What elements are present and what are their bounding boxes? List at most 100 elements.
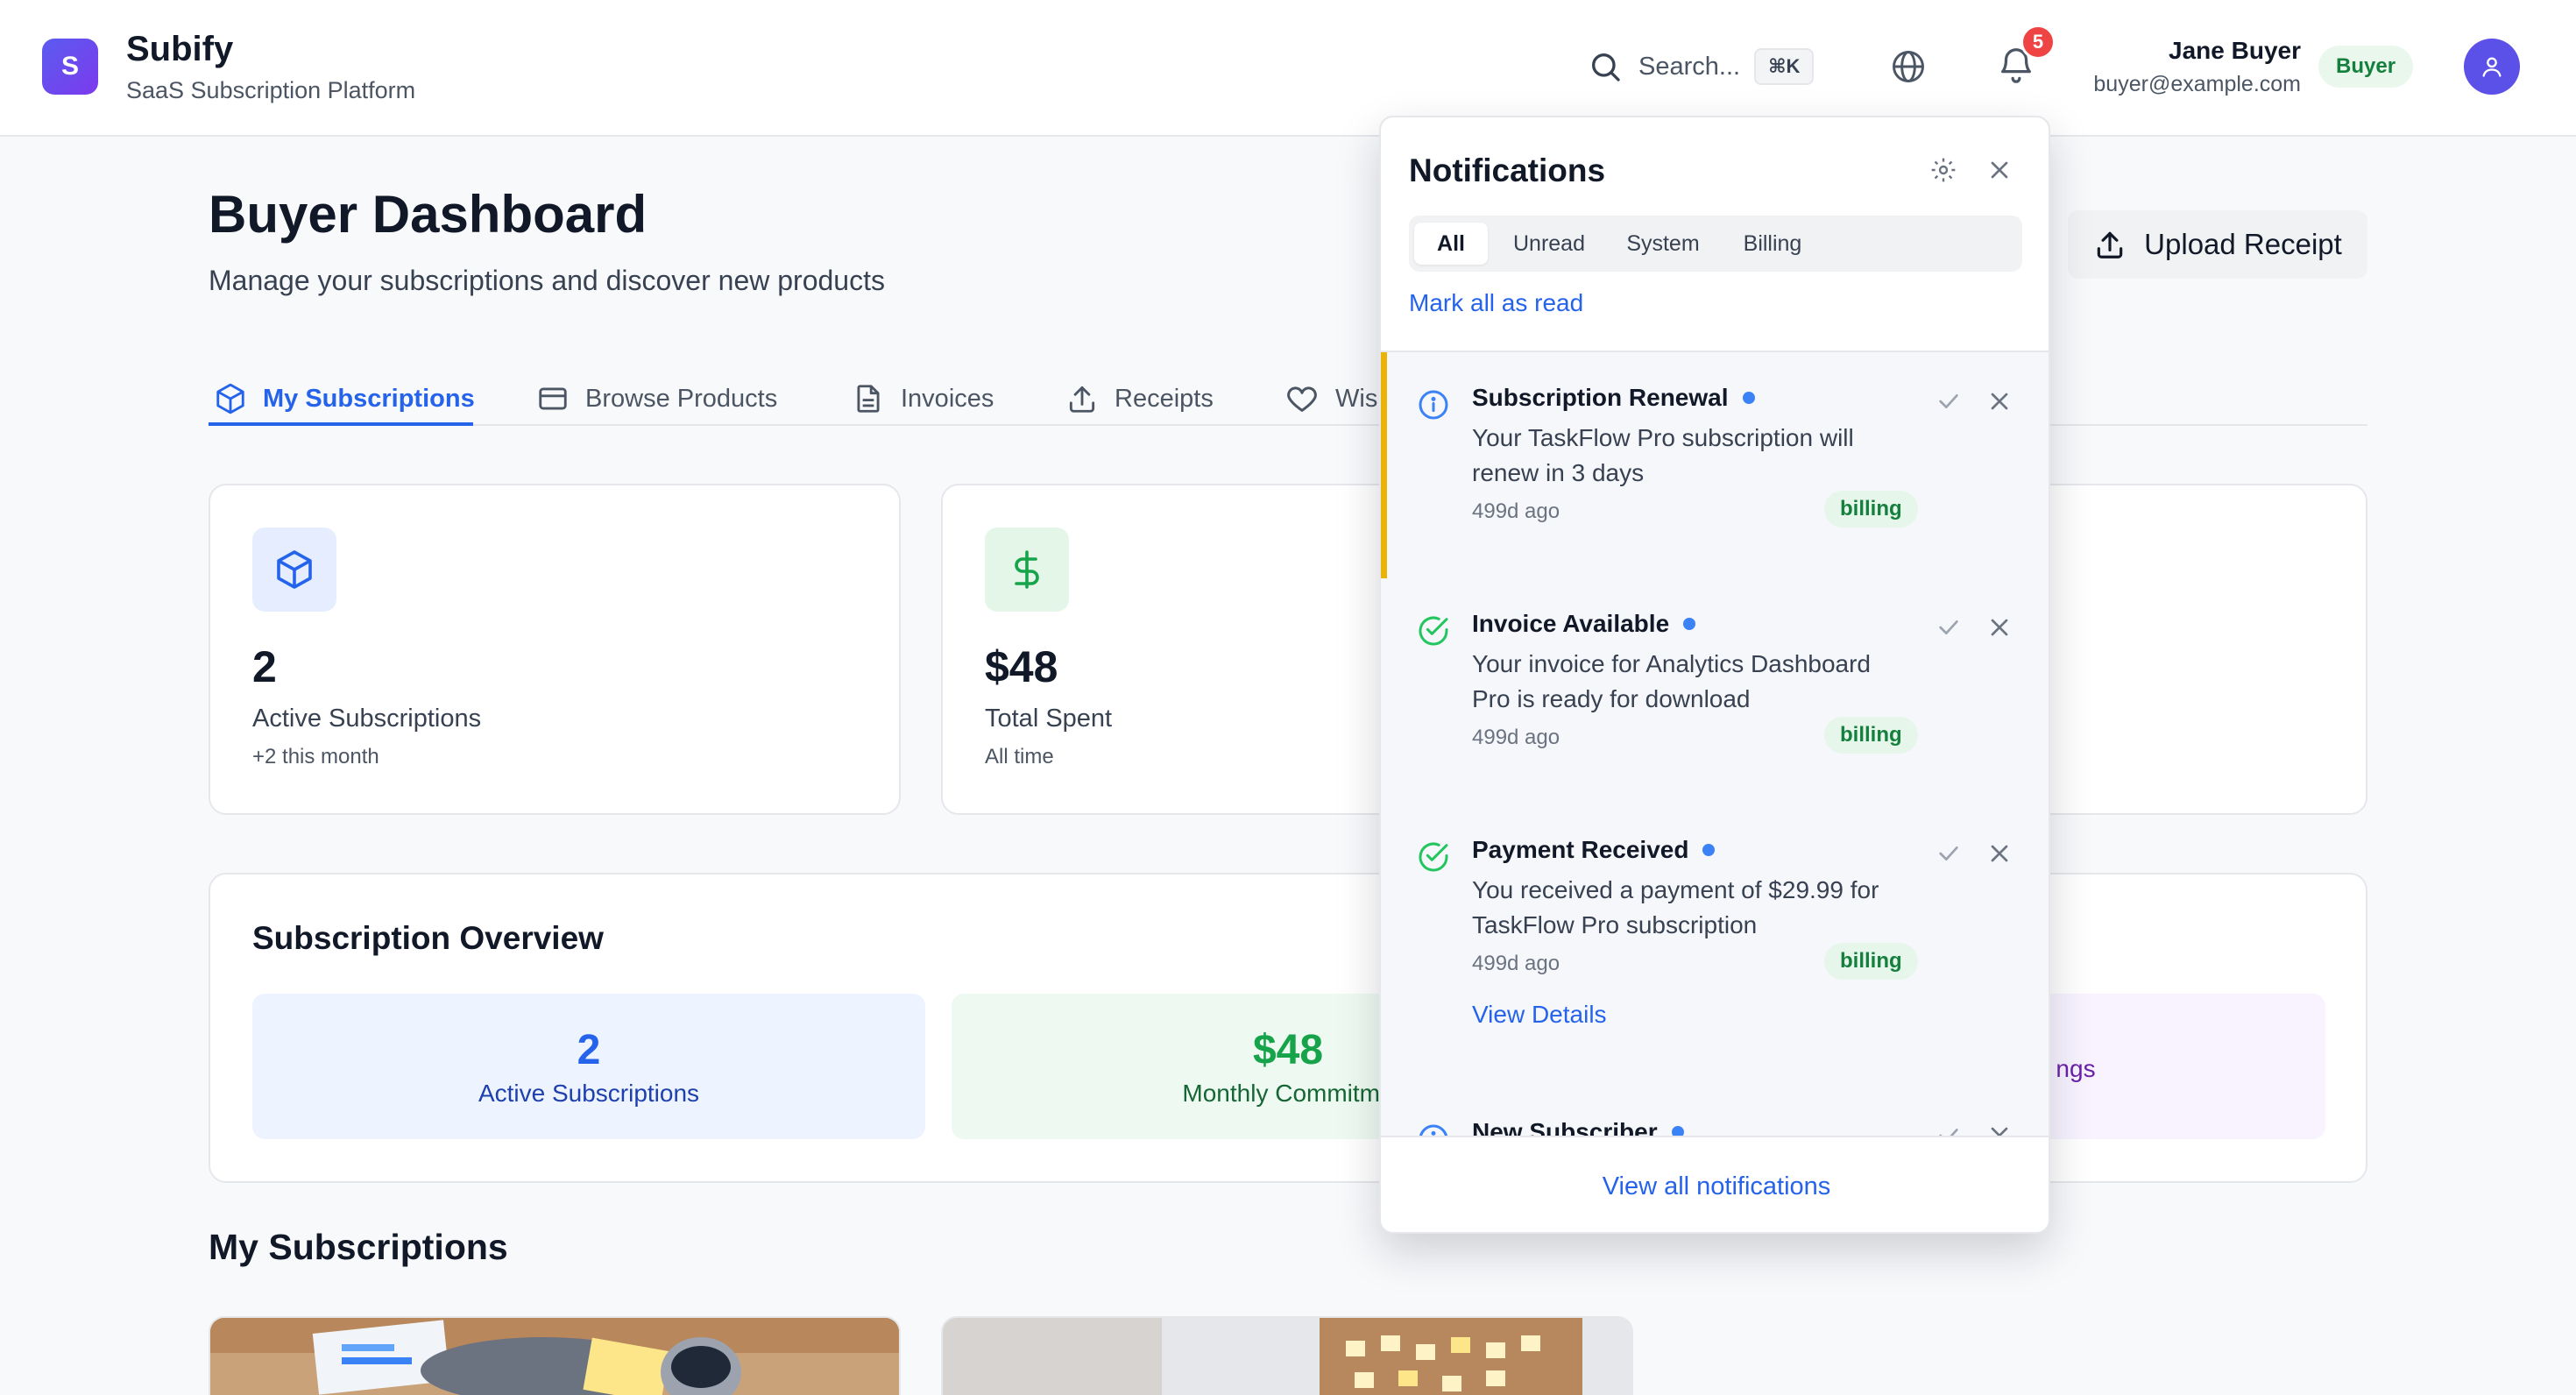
tab-label: Browse Products — [585, 384, 778, 413]
subscription-card-image[interactable] — [209, 1316, 901, 1395]
page-subtitle: Manage your subscriptions and discover n… — [209, 265, 885, 296]
overview-value: 2 — [577, 1026, 601, 1073]
tab-label: Receipts — [1115, 384, 1214, 413]
tab-my-subscriptions[interactable]: My Subscriptions — [214, 372, 475, 426]
dismiss-close-icon[interactable] — [1985, 613, 2013, 641]
globe-icon[interactable] — [1889, 47, 1928, 86]
subscription-card-image[interactable] — [941, 1316, 1633, 1395]
notification-list[interactable]: Subscription Renewal Your TaskFlow Pro s… — [1381, 351, 2049, 1136]
info-icon — [1416, 1122, 1451, 1136]
overview-tile-active: 2 Active Subscriptions — [252, 994, 925, 1139]
notification-item[interactable]: New Subscriber — [1381, 1087, 2049, 1136]
overview-label: Monthly Commitme — [1182, 1079, 1394, 1107]
notification-item[interactable]: Payment Received You received a payment … — [1381, 804, 2049, 1087]
upload-receipt-button[interactable]: Upload Receipt — [2068, 210, 2367, 279]
check-circle-icon — [1416, 839, 1451, 875]
view-details-link[interactable]: View Details — [1472, 1001, 1607, 1029]
info-icon — [1416, 387, 1451, 422]
mark-all-read-link[interactable]: Mark all as read — [1409, 289, 1583, 317]
filter-tab-billing[interactable]: Billing — [1724, 223, 1821, 265]
tab-wishlist[interactable]: Wis — [1284, 372, 1377, 426]
unread-dot — [1683, 618, 1696, 630]
tab-browse-products[interactable]: Browse Products — [536, 372, 777, 426]
overview-title: Subscription Overview — [252, 920, 604, 956]
check-circle-icon — [1416, 613, 1451, 648]
stat-value: 2 — [252, 642, 277, 691]
filter-tab-unread[interactable]: Unread — [1497, 223, 1602, 265]
filter-tab-system[interactable]: System — [1610, 223, 1716, 265]
upload-receipt-label: Upload Receipt — [2144, 228, 2342, 260]
top-header: S Subify SaaS Subscription Platform Sear… — [0, 0, 2576, 137]
notifications-title: Notifications — [1409, 152, 1606, 188]
notification-body: Your TaskFlow Pro subscription will rene… — [1472, 424, 1854, 486]
heart-icon — [1284, 381, 1335, 416]
app-name: Subify — [126, 30, 234, 68]
stat-value: $48 — [985, 642, 1058, 691]
notification-title-text: Payment Received — [1472, 836, 1689, 863]
search-placeholder: Search... — [1638, 52, 1741, 81]
priority-bar — [1381, 352, 1387, 578]
dismiss-close-icon[interactable] — [1985, 1122, 2013, 1136]
search-trigger[interactable]: Search... ⌘K — [1588, 42, 1815, 91]
credit-card-icon — [536, 382, 585, 415]
unread-dot — [1702, 844, 1716, 856]
notification-tag: billing — [1824, 491, 1918, 528]
tab-label: Wis — [1335, 384, 1378, 413]
notification-tag: billing — [1824, 943, 1918, 980]
notification-filter-tabs: All Unread System Billing — [1409, 216, 2022, 272]
notification-title: Subscription Renewal — [1472, 384, 1755, 412]
mark-read-check-icon[interactable] — [1935, 839, 1963, 867]
notification-title: Invoice Available — [1472, 610, 1696, 638]
notification-count-badge: 5 — [2020, 25, 2056, 60]
notification-title-text: New Subscriber — [1472, 1118, 1658, 1136]
stat-note: +2 this month — [252, 745, 379, 768]
notification-time: 499d ago — [1472, 726, 1560, 749]
tab-receipts[interactable]: Receipts — [1065, 372, 1214, 426]
overview-label: Active Subscriptions — [478, 1079, 700, 1107]
stat-card-active-subscriptions: 2 Active Subscriptions +2 this month — [209, 484, 901, 815]
notification-body: Your invoice for Analytics Dashboard Pro… — [1472, 650, 1871, 712]
box-icon — [214, 382, 263, 415]
file-icon — [852, 382, 901, 415]
active-tab-indicator — [209, 422, 473, 426]
notifications-panel: Notifications All Unread System Billing … — [1379, 116, 2050, 1234]
mark-read-check-icon[interactable] — [1935, 613, 1963, 641]
dismiss-close-icon[interactable] — [1985, 839, 2013, 867]
mark-read-check-icon[interactable] — [1935, 387, 1963, 415]
tab-invoices[interactable]: Invoices — [852, 372, 994, 426]
page-title: Buyer Dashboard — [209, 185, 648, 244]
dismiss-close-icon[interactable] — [1985, 387, 2013, 415]
upload-icon — [1065, 382, 1115, 415]
notification-item[interactable]: Subscription Renewal Your TaskFlow Pro s… — [1381, 352, 2049, 578]
filter-tab-all[interactable]: All — [1414, 223, 1488, 265]
stat-label: Active Subscriptions — [252, 705, 482, 733]
overview-value: $48 — [1252, 1026, 1324, 1073]
box-icon — [252, 528, 336, 612]
user-email: buyer@example.com — [2093, 72, 2301, 96]
role-badge: Buyer — [2318, 46, 2414, 88]
notification-title-text: Subscription Renewal — [1472, 384, 1729, 411]
close-icon[interactable] — [1985, 156, 2013, 184]
stat-note: All time — [985, 745, 1054, 768]
tab-label: My Subscriptions — [263, 384, 475, 413]
notification-title: New Subscriber — [1472, 1118, 1684, 1136]
notification-title-text: Invoice Available — [1472, 610, 1670, 637]
app-tagline: SaaS Subscription Platform — [126, 77, 416, 103]
notification-time: 499d ago — [1472, 952, 1560, 975]
my-subscriptions-title: My Subscriptions — [209, 1227, 508, 1267]
user-name: Jane Buyer — [2169, 37, 2301, 64]
notification-tag: billing — [1824, 717, 1918, 754]
avatar[interactable] — [2464, 39, 2520, 95]
notification-item[interactable]: Invoice Available Your invoice for Analy… — [1381, 578, 2049, 804]
dollar-icon — [985, 528, 1069, 612]
stat-label: Total Spent — [985, 705, 1113, 733]
view-all-notifications-link[interactable]: View all notifications — [1381, 1136, 2049, 1232]
app-logo[interactable]: S — [42, 39, 98, 95]
gear-icon[interactable] — [1929, 156, 1957, 184]
notification-title: Payment Received — [1472, 836, 1716, 864]
mark-read-check-icon[interactable] — [1935, 1122, 1963, 1136]
search-icon — [1588, 49, 1623, 84]
notification-body: You received a payment of $29.99 for Tas… — [1472, 876, 1879, 938]
tab-label: Invoices — [901, 384, 994, 413]
unread-dot — [1671, 1126, 1684, 1136]
